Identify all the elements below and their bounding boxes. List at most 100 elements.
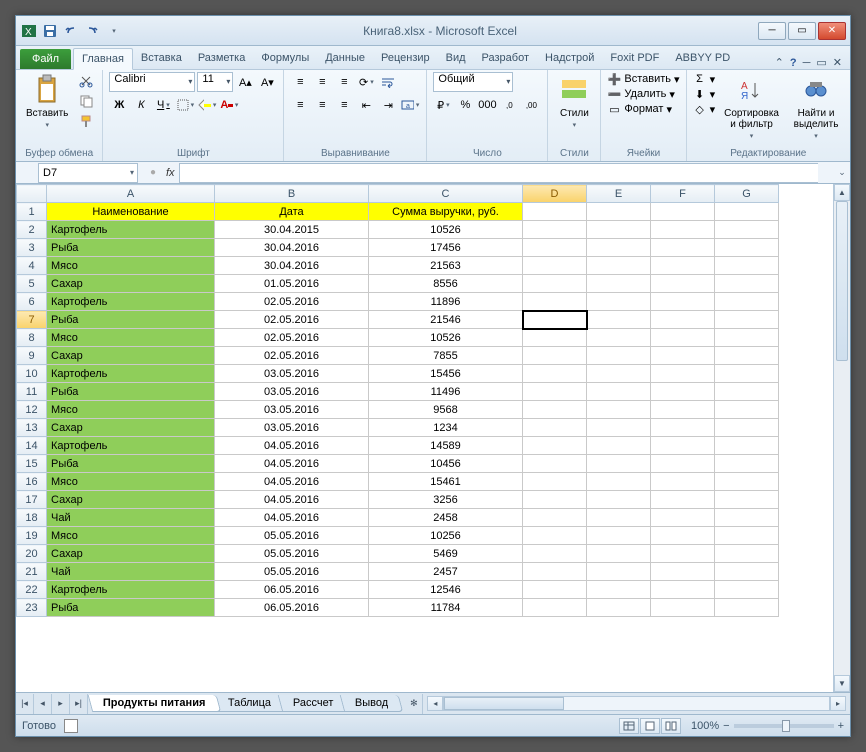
cell-B16[interactable]: 04.05.2016: [215, 473, 369, 491]
sheet-tab-1[interactable]: Таблица: [212, 695, 286, 712]
cell-B5[interactable]: 01.05.2016: [215, 275, 369, 293]
cell-C13[interactable]: 1234: [369, 419, 523, 437]
cell-D6[interactable]: [523, 293, 587, 311]
cell-F8[interactable]: [651, 329, 715, 347]
page-layout-view-icon[interactable]: [640, 718, 660, 734]
border-button[interactable]: [175, 95, 195, 115]
cell-E7[interactable]: [587, 311, 651, 329]
ribbon-tab-рецензир[interactable]: Рецензир: [373, 48, 438, 69]
cell-E14[interactable]: [587, 437, 651, 455]
cell-A13[interactable]: Сахар: [47, 419, 215, 437]
cell-B18[interactable]: 04.05.2016: [215, 509, 369, 527]
cell-A7[interactable]: Рыба: [47, 311, 215, 329]
vertical-scrollbar[interactable]: ▲ ▼: [833, 184, 850, 692]
maximize-button[interactable]: ▭: [788, 22, 816, 40]
cell-E19[interactable]: [587, 527, 651, 545]
help-icon[interactable]: ?: [790, 57, 797, 69]
clear-button[interactable]: ◇▾: [693, 102, 716, 116]
row-header-1[interactable]: 1: [17, 203, 47, 221]
cell-C11[interactable]: 11496: [369, 383, 523, 401]
align-left-icon[interactable]: ≡: [290, 95, 310, 115]
column-header-F[interactable]: F: [651, 185, 715, 203]
underline-button[interactable]: Ч: [153, 95, 173, 115]
cell-B7[interactable]: 02.05.2016: [215, 311, 369, 329]
cell-B1[interactable]: Дата: [215, 203, 369, 221]
decrease-font-icon[interactable]: A▾: [257, 72, 277, 92]
vscroll-thumb[interactable]: [836, 201, 848, 361]
cell-E10[interactable]: [587, 365, 651, 383]
close-button[interactable]: ✕: [818, 22, 846, 40]
cell-A17[interactable]: Сахар: [47, 491, 215, 509]
cell-C18[interactable]: 2458: [369, 509, 523, 527]
column-header-C[interactable]: C: [369, 185, 523, 203]
sort-filter-button[interactable]: АЯ Сортировка и фильтр ▾: [719, 72, 784, 142]
cell-C12[interactable]: 9568: [369, 401, 523, 419]
cell-A18[interactable]: Чай: [47, 509, 215, 527]
cell-B9[interactable]: 02.05.2016: [215, 347, 369, 365]
fill-button[interactable]: ⬇▾: [693, 87, 716, 101]
cell-G20[interactable]: [715, 545, 779, 563]
accounting-format-icon[interactable]: ₽: [433, 95, 453, 115]
cell-E4[interactable]: [587, 257, 651, 275]
column-header-B[interactable]: B: [215, 185, 369, 203]
cell-F3[interactable]: [651, 239, 715, 257]
row-header-13[interactable]: 13: [17, 419, 47, 437]
cell-B12[interactable]: 03.05.2016: [215, 401, 369, 419]
ribbon-tab-данные[interactable]: Данные: [317, 48, 373, 69]
cell-G19[interactable]: [715, 527, 779, 545]
cell-B20[interactable]: 05.05.2016: [215, 545, 369, 563]
row-header-17[interactable]: 17: [17, 491, 47, 509]
cell-C1[interactable]: Сумма выручки, руб.: [369, 203, 523, 221]
cell-C17[interactable]: 3256: [369, 491, 523, 509]
scroll-down-icon[interactable]: ▼: [834, 675, 850, 692]
cell-E9[interactable]: [587, 347, 651, 365]
row-header-22[interactable]: 22: [17, 581, 47, 599]
cell-C23[interactable]: 11784: [369, 599, 523, 617]
sheet-tab-3[interactable]: Вывод: [340, 695, 404, 712]
italic-button[interactable]: К: [131, 95, 151, 115]
cell-F14[interactable]: [651, 437, 715, 455]
cell-E2[interactable]: [587, 221, 651, 239]
cell-B2[interactable]: 30.04.2015: [215, 221, 369, 239]
file-tab[interactable]: Файл: [20, 49, 71, 69]
cell-C6[interactable]: 11896: [369, 293, 523, 311]
ribbon-tab-формулы[interactable]: Формулы: [253, 48, 317, 69]
cell-D11[interactable]: [523, 383, 587, 401]
font-size-combo[interactable]: 11▾: [197, 72, 233, 92]
number-format-combo[interactable]: Общий▾: [433, 72, 513, 92]
cell-C8[interactable]: 10526: [369, 329, 523, 347]
cell-E20[interactable]: [587, 545, 651, 563]
row-header-20[interactable]: 20: [17, 545, 47, 563]
ribbon-tab-надстрой[interactable]: Надстрой: [537, 48, 602, 69]
cell-A15[interactable]: Рыба: [47, 455, 215, 473]
save-icon[interactable]: [41, 22, 59, 40]
cell-A8[interactable]: Мясо: [47, 329, 215, 347]
cell-A16[interactable]: Мясо: [47, 473, 215, 491]
cell-F21[interactable]: [651, 563, 715, 581]
cell-D2[interactable]: [523, 221, 587, 239]
find-select-button[interactable]: Найти и выделить ▾: [788, 72, 844, 142]
fill-color-button[interactable]: [197, 95, 217, 115]
zoom-level[interactable]: 100%: [691, 720, 719, 732]
row-header-15[interactable]: 15: [17, 455, 47, 473]
macro-record-icon[interactable]: [64, 719, 78, 733]
row-header-8[interactable]: 8: [17, 329, 47, 347]
cell-C3[interactable]: 17456: [369, 239, 523, 257]
scroll-up-icon[interactable]: ▲: [834, 184, 850, 201]
formula-input[interactable]: [179, 163, 818, 183]
mdi-restore-icon[interactable]: ▭: [816, 56, 826, 69]
cell-G6[interactable]: [715, 293, 779, 311]
cell-G17[interactable]: [715, 491, 779, 509]
cell-G12[interactable]: [715, 401, 779, 419]
horizontal-scrollbar[interactable]: ◂ ▸: [427, 696, 846, 711]
autosum-button[interactable]: Σ▾: [693, 72, 716, 86]
cell-G5[interactable]: [715, 275, 779, 293]
orientation-icon[interactable]: ⟳: [356, 72, 376, 92]
cell-G15[interactable]: [715, 455, 779, 473]
zoom-slider[interactable]: [734, 724, 834, 728]
cell-D15[interactable]: [523, 455, 587, 473]
column-header-E[interactable]: E: [587, 185, 651, 203]
cell-B19[interactable]: 05.05.2016: [215, 527, 369, 545]
row-header-6[interactable]: 6: [17, 293, 47, 311]
cell-F15[interactable]: [651, 455, 715, 473]
